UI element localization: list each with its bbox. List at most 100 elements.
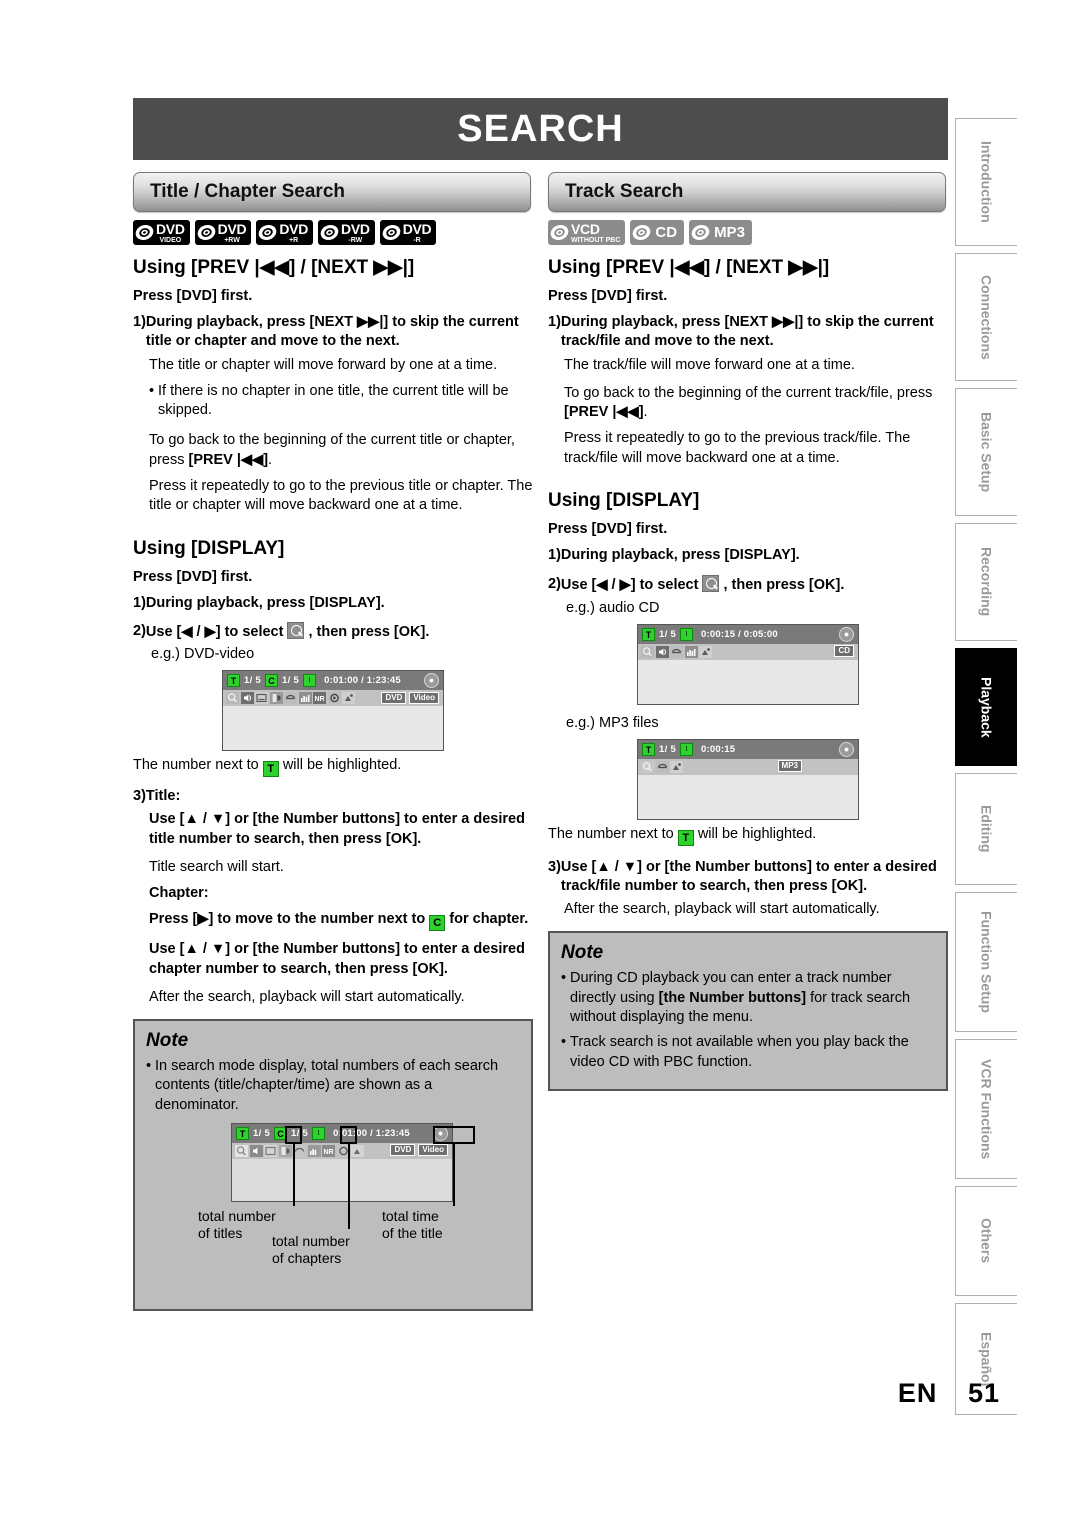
chapter-move-text-b: for chapter. <box>449 911 529 928</box>
section-header-label: Track Search <box>565 181 684 202</box>
osd-row-primary: T 1/ 5 C 1/ 5 0:01:00 / 1:23:45 <box>223 671 443 691</box>
leader-line-titles <box>293 1143 295 1206</box>
step-1-detail-right: The track/file will move forward one at … <box>564 356 855 373</box>
format-badges: MP3 <box>777 760 802 773</box>
title-tag-icon: T <box>227 674 240 688</box>
repeat-icon <box>670 645 683 658</box>
osd-row-icons: NR DVD Video <box>232 1142 452 1159</box>
badge-sub-label: VIDEO <box>159 236 182 244</box>
time-display: 0:01:00 / 1:23:45 <box>324 675 401 687</box>
leader-line-time <box>453 1143 455 1206</box>
sidebar-item-vcr-functions[interactable]: VCR Functions <box>955 1039 1017 1179</box>
subtitle-icon <box>255 692 268 705</box>
step-3-right-display: 3) Use [▲ / ▼] or [the Number buttons] t… <box>548 858 948 897</box>
disc-icon <box>691 223 710 242</box>
step-3-chapter-instruction: Use [▲ / ▼] or [the Number buttons] to e… <box>149 941 525 977</box>
step-1-detail-left: The title or chapter will move forward b… <box>149 356 498 373</box>
badge-sub-label: -RW <box>348 236 363 244</box>
chapter-tag-icon: C <box>429 915 446 932</box>
sidebar-item-connections[interactable]: Connections <box>955 253 1017 381</box>
footer-page-number: 51 <box>967 1378 1000 1408</box>
title-tag-icon: T <box>642 627 655 641</box>
note-bullet-1: • During CD playback you can enter a tra… <box>561 969 935 1027</box>
search-icon <box>641 760 654 773</box>
sidebar-item-editing[interactable]: Editing <box>955 773 1017 885</box>
badge-text: DVD -RW <box>341 222 370 244</box>
sidebar-item-function-setup[interactable]: Function Setup <box>955 892 1017 1032</box>
side-tab-strip: Introduction Connections Basic Setup Rec… <box>955 118 1017 1422</box>
note-box-left: Note • In search mode display, total num… <box>133 1019 533 1311</box>
marker-icon <box>670 760 683 773</box>
step-number: 1) <box>133 314 146 330</box>
osd-row-primary: T 1/ 5 0:00:15 <box>638 739 858 759</box>
step-label-title: Title: <box>145 788 181 805</box>
sidebar-item-basic-setup[interactable]: Basic Setup <box>955 388 1017 516</box>
osd-row-primary: T 1/ 5 C 1/ 5 0:01:00 / 1:23:45 <box>232 1123 452 1143</box>
osd-row-primary: T 1/ 5 0:00:15 / 0:05:00 <box>638 624 858 644</box>
search-icon <box>287 621 305 639</box>
clock-tag-icon <box>680 742 694 756</box>
sidebar-item-recording[interactable]: Recording <box>955 523 1017 641</box>
time-display: 0:00:15 / 0:05:00 <box>701 628 778 640</box>
playback-mode-icon <box>327 692 341 705</box>
caption-text-post: will be highlighted. <box>282 757 402 774</box>
disc-status-icon <box>433 1125 448 1141</box>
disc-status-icon <box>839 626 854 642</box>
press-dvd-first-right-1: Press [DVD] first. <box>548 288 668 304</box>
step-1-left-display: 1) During playback, press [DISPLAY]. <box>133 594 533 613</box>
note-box-right: Note • During CD playback you can enter … <box>548 931 948 1091</box>
heading-using-display-right: Using [DISPLAY] <box>548 489 700 511</box>
svg-text:NR: NR <box>314 696 324 703</box>
disc-status-icon <box>839 741 854 757</box>
badge-mp3: MP3 <box>689 220 752 245</box>
chapter-number: 1/ 5 <box>282 675 300 687</box>
step-number: 1) <box>548 314 561 330</box>
badge-text: DVD -R <box>403 222 432 244</box>
press-dvd-first-right-2: Press [DVD] first. <box>548 520 668 537</box>
press-dvd-first-left-2: Press [DVD] first. <box>133 568 253 585</box>
sidebar-item-others[interactable]: Others <box>955 1186 1017 1296</box>
equalizer-icon <box>684 645 698 658</box>
note-bullet-text: During CD playback you can enter a track… <box>570 969 935 1027</box>
caption-highlight-right: The number next to T will be highlighted… <box>548 826 948 846</box>
para-go-back-right: To go back to the beginning of the curre… <box>564 384 948 423</box>
step-number: 3) <box>548 858 561 875</box>
title-tag-icon: T <box>236 1126 249 1140</box>
osd-blank-area <box>638 774 858 819</box>
step-number: 2) <box>548 576 561 593</box>
page-banner: SEARCH <box>133 98 948 160</box>
disc-badge-list-left: DVD VIDEO DVD +RW DVD +R DVD -RW DVD -R <box>133 220 533 245</box>
footer-language: EN <box>897 1378 938 1408</box>
badge-main-label: MP3 <box>714 224 745 241</box>
chapter-tag-icon: C <box>274 1126 288 1140</box>
osd-panel-audio-cd: T 1/ 5 0:00:15 / 0:05:00 CD <box>637 623 859 705</box>
label-total-titles: total number of titles <box>198 1208 276 1243</box>
step-3-title-instruction: Use [▲ / ▼] or [the Number buttons] to e… <box>149 811 525 847</box>
osd-row-icons: CD <box>638 643 858 660</box>
bullet-dot: • <box>561 970 567 987</box>
section-header-label: Title / Chapter Search <box>150 181 345 202</box>
title-tag-icon: T <box>642 742 655 756</box>
bullet-no-chapter: • If there is no chapter in one title, t… <box>149 382 533 421</box>
note-title: Note <box>146 1030 189 1052</box>
sidebar-item-introduction[interactable]: Introduction <box>955 118 1017 246</box>
step-text: During playback, press [DISPLAY]. <box>145 594 385 611</box>
step-number: 1) <box>133 594 146 611</box>
audio-icon <box>249 1144 263 1157</box>
label-line-2: of chapters <box>272 1250 342 1267</box>
note-bullet-2: • Track search is not available when you… <box>561 1033 935 1072</box>
right-column: Track Search VCD WITHOUT PBC CD MP3 Usin… <box>548 172 948 1091</box>
badge-main-label: DVD <box>341 220 370 237</box>
page-title: SEARCH <box>457 107 624 150</box>
osd-blank-area <box>638 659 858 704</box>
step-text: Use [◀ / ▶] to select , then press [OK]. <box>146 621 533 642</box>
sidebar-item-playback[interactable]: Playback <box>955 648 1017 766</box>
note-title: Note <box>561 942 604 964</box>
search-icon <box>702 575 720 593</box>
disc-icon <box>382 223 401 242</box>
sidebar-item-label: Others <box>978 1218 995 1264</box>
subtitle-icon <box>264 1144 277 1157</box>
format-badge-mp3: MP3 <box>777 760 802 773</box>
step-text: During playback, press [NEXT ▶▶|] to ski… <box>560 314 934 350</box>
note-bullet-text: Track search is not available when you p… <box>570 1034 909 1070</box>
